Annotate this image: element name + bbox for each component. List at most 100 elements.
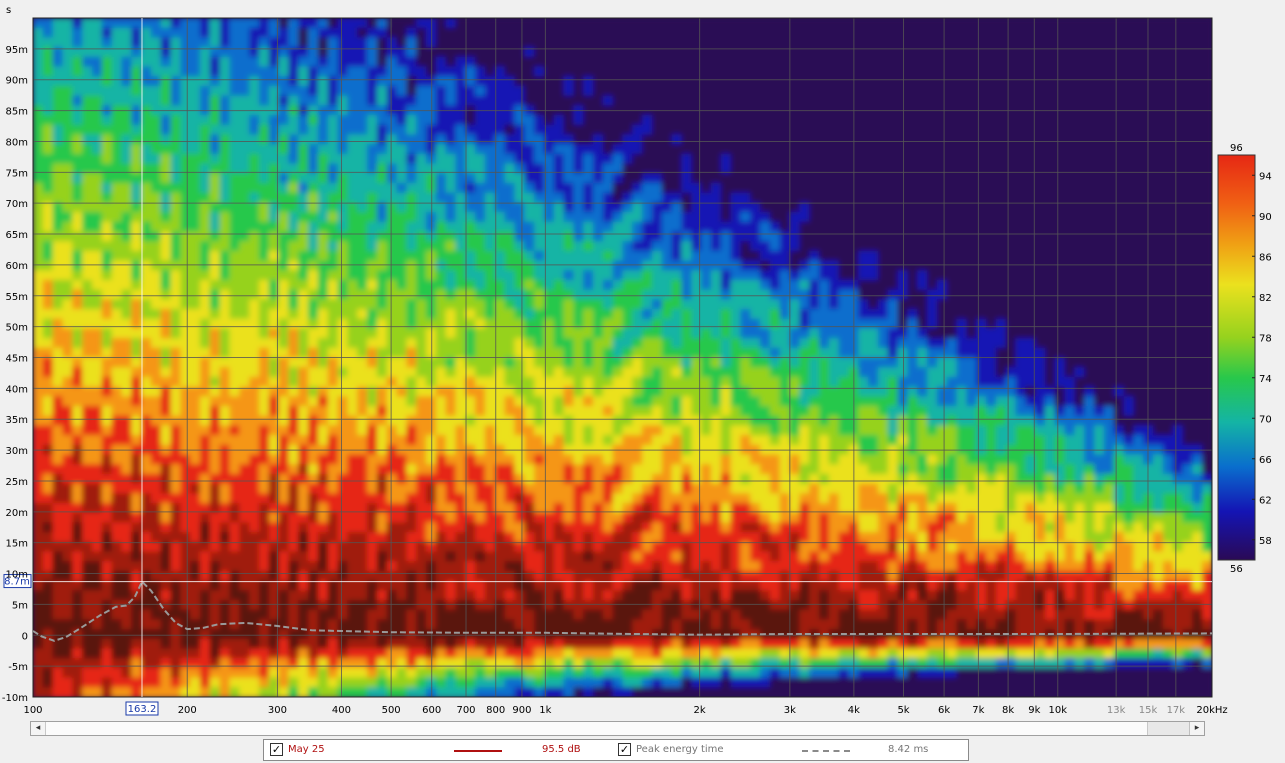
heat-cell <box>602 309 614 320</box>
heat-cell <box>337 202 349 213</box>
heat-cell <box>534 357 545 369</box>
heat-cell <box>671 638 683 650</box>
heat-cell <box>701 580 712 592</box>
heat-cell <box>593 667 604 679</box>
heat-cell <box>730 153 742 165</box>
heat-cell <box>730 27 742 39</box>
heat-cell <box>691 648 703 660</box>
heat-cell <box>357 144 368 155</box>
heat-cell <box>121 638 133 650</box>
heat-cell <box>504 260 516 272</box>
heat-cell <box>406 435 418 446</box>
heat-cell <box>33 173 44 184</box>
heat-cell <box>602 415 614 427</box>
heat-cell <box>180 415 192 427</box>
heat-cell <box>455 124 467 136</box>
heat-cell <box>534 270 545 281</box>
heat-cell <box>602 493 614 504</box>
heat-cell <box>111 347 123 359</box>
heat-cell <box>111 638 123 650</box>
heat-cell <box>445 473 457 485</box>
heat-cell <box>455 309 467 320</box>
heat-cell <box>141 561 152 572</box>
heat-cell <box>475 609 486 621</box>
heat-cell <box>475 260 486 272</box>
heat-cell <box>514 115 526 126</box>
heat-cell <box>82 638 93 650</box>
heat-cell <box>661 299 673 310</box>
heat-cell <box>327 260 339 272</box>
heat-cell <box>62 464 74 475</box>
heat-cell <box>347 231 359 243</box>
heat-cell <box>534 454 545 466</box>
heat-cell <box>239 590 251 601</box>
heat-cell <box>710 37 722 49</box>
heat-cell <box>190 66 201 78</box>
heat-cell <box>661 600 673 611</box>
heat-cell <box>82 580 93 592</box>
heat-cell <box>445 512 457 524</box>
heat-cell <box>435 677 447 689</box>
heat-cell <box>219 638 231 650</box>
heat-cell <box>278 134 290 146</box>
heat-cell <box>268 134 280 146</box>
heat-cell <box>259 512 270 524</box>
heat-cell <box>710 464 722 475</box>
heat-cell <box>298 376 310 388</box>
heat-cell <box>622 532 634 543</box>
heat-cell <box>445 590 457 601</box>
heat-cell <box>652 512 663 524</box>
heat-cell <box>52 289 64 301</box>
heat-cell <box>141 600 152 611</box>
heat-cell <box>111 648 123 660</box>
heat-cell <box>514 66 526 78</box>
heat-cell <box>642 464 653 475</box>
heat-cell <box>593 357 604 369</box>
heat-cell <box>435 318 447 330</box>
heat-cell <box>160 473 172 485</box>
heat-cell <box>357 580 368 592</box>
heat-cell <box>72 522 84 534</box>
heat-cell <box>308 522 319 534</box>
heat-cell <box>691 85 703 97</box>
heat-cell <box>52 76 64 87</box>
heat-cell <box>190 376 201 388</box>
heat-cell <box>475 182 486 194</box>
heat-cell <box>111 483 123 495</box>
heat-cell <box>239 677 251 689</box>
heat-cell <box>465 95 477 107</box>
heat-cell <box>720 648 732 660</box>
heat-cell <box>42 37 54 49</box>
heat-cell <box>494 144 506 155</box>
heat-cell <box>691 396 703 407</box>
heat-cell <box>583 435 594 446</box>
heat-cell <box>553 396 565 407</box>
heat-cell <box>170 241 182 252</box>
heat-cell <box>396 124 408 136</box>
heat-cell <box>701 318 712 330</box>
heat-cell <box>484 415 496 427</box>
heat-cell <box>259 541 270 553</box>
heat-cell <box>514 493 526 504</box>
heat-cell <box>317 221 329 233</box>
heat-cell <box>42 144 54 155</box>
heat-cell <box>52 367 64 378</box>
heat-cell <box>190 182 201 194</box>
heat-cell <box>259 677 270 689</box>
heat-cell <box>376 522 388 534</box>
heat-cell <box>386 464 398 475</box>
heat-cell <box>602 473 614 485</box>
heat-cell <box>514 551 526 563</box>
heat-cell <box>327 648 339 660</box>
heat-cell <box>593 221 604 233</box>
heat-cell <box>632 144 644 155</box>
heat-cell <box>514 677 526 689</box>
heat-cell <box>632 667 644 679</box>
heat-cell <box>593 18 604 29</box>
heat-cell <box>484 289 496 301</box>
heat-cell <box>52 512 64 524</box>
heat-cell <box>278 318 290 330</box>
heat-cell <box>82 134 93 146</box>
heat-cell <box>416 318 427 330</box>
heat-cell <box>691 279 703 291</box>
